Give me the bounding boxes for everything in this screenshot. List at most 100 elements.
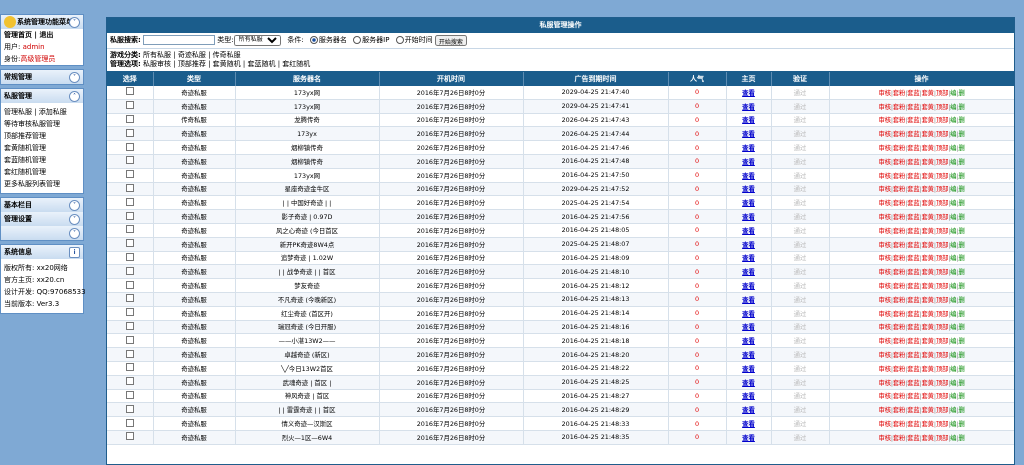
action-link[interactable]: 删 (958, 213, 964, 221)
action-link[interactable]: 套粉 (893, 185, 906, 193)
action-link[interactable]: 审核 (878, 351, 891, 359)
action-link[interactable]: 套黄 (921, 89, 934, 97)
row-verify-link[interactable]: 通过 (771, 195, 830, 211)
chevron-down-icon[interactable]: ˅ (69, 228, 80, 239)
action-link[interactable]: 套蓝 (907, 337, 920, 345)
logout-link[interactable]: 退出 (39, 31, 53, 39)
row-homepage-link[interactable]: 查看 (742, 130, 755, 138)
action-link[interactable]: 套黄 (921, 282, 934, 290)
action-link[interactable]: 套黄 (921, 406, 934, 414)
action-link[interactable]: 审核 (878, 241, 891, 249)
row-homepage-link[interactable]: 查看 (742, 392, 755, 400)
action-link[interactable]: 套粉 (893, 420, 906, 428)
action-link[interactable]: 顶部 (936, 337, 949, 345)
action-link[interactable]: 审核 (878, 365, 891, 373)
action-link[interactable]: 套粉 (893, 323, 906, 331)
row-verify-link[interactable]: 通过 (771, 86, 830, 100)
action-link[interactable]: 审核 (878, 158, 891, 166)
action-link[interactable]: 套蓝 (907, 296, 920, 304)
action-link[interactable]: 套粉 (893, 199, 906, 207)
action-link[interactable]: 套蓝 (907, 310, 920, 318)
action-link[interactable]: 套蓝 (907, 323, 920, 331)
sidebar-item[interactable]: 套红随机管理 (1, 166, 83, 178)
category-links[interactable]: 所有私服 | 奇迹私服 | 传奇私服 (143, 51, 241, 59)
row-checkbox[interactable] (125, 308, 134, 317)
action-link[interactable]: 删 (958, 185, 964, 193)
row-homepage-link[interactable]: 查看 (742, 351, 755, 359)
sidebar-item[interactable]: 管理私服 | 添加私服 (1, 106, 83, 118)
action-link[interactable]: 顶部 (936, 296, 949, 304)
action-link[interactable]: 审核 (878, 89, 891, 97)
action-link[interactable]: 审核 (878, 337, 891, 345)
action-link[interactable]: 顶部 (936, 213, 949, 221)
radio-server-name[interactable] (309, 36, 318, 44)
action-link[interactable]: 套蓝 (907, 379, 920, 387)
row-checkbox[interactable] (125, 404, 134, 413)
action-link[interactable]: 删 (958, 351, 964, 359)
row-checkbox[interactable] (125, 252, 134, 261)
row-verify-link[interactable]: 通过 (771, 264, 830, 280)
action-link[interactable]: 删 (958, 282, 964, 290)
action-link[interactable]: 套黄 (921, 323, 934, 331)
row-verify-link[interactable]: 通过 (771, 347, 830, 362)
action-link[interactable]: 删 (958, 392, 964, 400)
row-verify-link[interactable]: 通过 (771, 140, 830, 155)
row-homepage-link[interactable]: 查看 (742, 268, 755, 276)
row-verify-link[interactable]: 通过 (771, 223, 830, 238)
action-link[interactable]: 审核 (878, 254, 891, 262)
row-verify-link[interactable]: 通过 (771, 320, 830, 335)
row-checkbox[interactable] (125, 390, 134, 399)
action-link[interactable]: 审核 (878, 116, 891, 124)
action-link[interactable]: 套黄 (921, 116, 934, 124)
radio-server-ip[interactable] (353, 36, 362, 44)
action-link[interactable]: 套粉 (893, 434, 906, 442)
row-homepage-link[interactable]: 查看 (742, 116, 755, 124)
action-link[interactable]: 顶部 (936, 254, 949, 262)
action-link[interactable]: 套蓝 (907, 199, 920, 207)
action-link[interactable]: 删 (958, 172, 964, 180)
row-homepage-link[interactable]: 查看 (742, 227, 755, 235)
action-link[interactable]: 顶部 (936, 379, 949, 387)
home-link[interactable]: 管理首页 (4, 31, 32, 39)
manage-links[interactable]: 私服审核 | 顶部推荐 | 套黄随机 | 套蓝随机 | 套红随机 (143, 60, 310, 68)
action-link[interactable]: 顶部 (936, 282, 949, 290)
sidebar-item[interactable]: 顶部推荐管理 (1, 130, 83, 142)
row-checkbox[interactable] (125, 142, 134, 151)
action-link[interactable]: 删 (958, 158, 964, 166)
sidebar-item[interactable]: 更多私服列表管理 (1, 178, 83, 190)
row-homepage-link[interactable]: 查看 (742, 323, 755, 331)
row-verify-link[interactable]: 通过 (771, 361, 830, 376)
chevron-up-icon[interactable]: ˄ (69, 91, 80, 102)
row-verify-link[interactable]: 通过 (771, 389, 830, 404)
chevron-down-icon[interactable]: ˅ (69, 200, 80, 211)
action-link[interactable]: 删 (958, 434, 964, 442)
row-homepage-link[interactable]: 查看 (742, 379, 755, 387)
action-link[interactable]: 套黄 (921, 213, 934, 221)
row-checkbox[interactable] (125, 197, 134, 206)
row-verify-link[interactable]: 通过 (771, 416, 830, 431)
row-verify-link[interactable]: 通过 (771, 402, 830, 418)
action-link[interactable]: 套粉 (893, 282, 906, 290)
row-checkbox[interactable] (125, 114, 134, 123)
action-link[interactable]: 顶部 (936, 241, 949, 249)
action-link[interactable]: 顶部 (936, 172, 949, 180)
row-homepage-link[interactable]: 查看 (742, 406, 755, 414)
row-homepage-link[interactable]: 查看 (742, 185, 755, 193)
action-link[interactable]: 套蓝 (907, 213, 920, 221)
row-verify-link[interactable]: 通过 (771, 292, 830, 307)
action-link[interactable]: 套粉 (893, 158, 906, 166)
row-checkbox[interactable] (125, 128, 134, 137)
action-link[interactable]: 套黄 (921, 103, 934, 111)
row-homepage-link[interactable]: 查看 (742, 310, 755, 318)
row-checkbox[interactable] (125, 418, 134, 427)
row-verify-link[interactable]: 通过 (771, 113, 830, 128)
chevron-down-icon[interactable]: ˅ (69, 214, 80, 225)
action-link[interactable]: 套粉 (893, 241, 906, 249)
action-link[interactable]: 套蓝 (907, 172, 920, 180)
action-link[interactable]: 套黄 (921, 130, 934, 138)
row-verify-link[interactable]: 通过 (771, 237, 830, 252)
row-checkbox[interactable] (125, 363, 134, 372)
action-link[interactable]: 套粉 (893, 379, 906, 387)
search-button[interactable]: 开始搜索 (434, 34, 467, 46)
row-checkbox[interactable] (125, 335, 134, 344)
